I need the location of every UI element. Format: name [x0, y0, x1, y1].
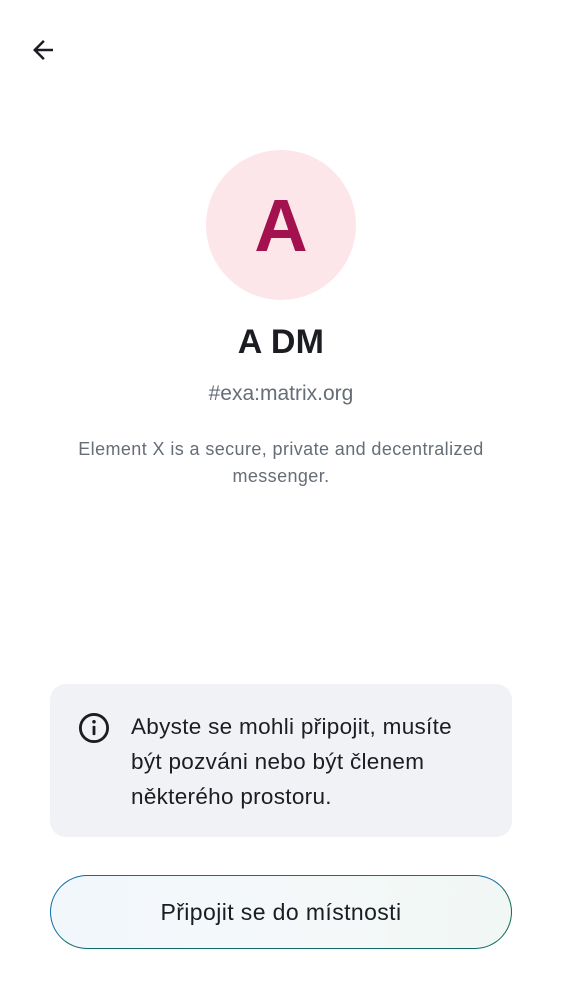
- arrow-left-icon: [33, 40, 53, 60]
- room-alias: #exa:matrix.org: [208, 382, 354, 405]
- back-button[interactable]: [22, 29, 64, 71]
- avatar-initial: A: [254, 184, 308, 267]
- room-description: Element X is a secure, private and decen…: [78, 439, 484, 486]
- join-restriction-notice: Abyste se mohli připojit, musíte být poz…: [50, 684, 512, 837]
- room-name: A DM: [237, 323, 325, 361]
- join-room-button[interactable]: Připojit se do místnosti: [50, 875, 512, 949]
- room-avatar: A: [206, 150, 356, 300]
- join-room-label: Připojit se do místnosti: [160, 898, 402, 925]
- notice-text: Abyste se mohli připojit, musíte být poz…: [131, 714, 452, 809]
- info-icon: [78, 712, 110, 744]
